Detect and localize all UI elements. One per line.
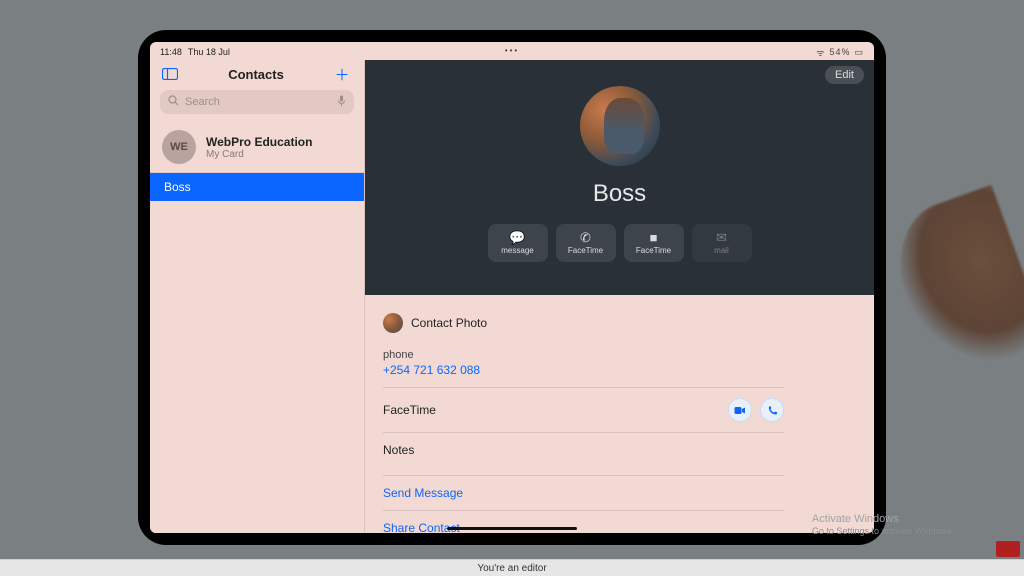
my-card-name: WebPro Education bbox=[206, 135, 312, 149]
facetime-audio-round-button[interactable] bbox=[760, 398, 784, 422]
battery-pct: 54% bbox=[829, 47, 850, 57]
my-card-avatar: WE bbox=[162, 130, 196, 164]
watermark-subtitle: Go to Settings to activate Windows. bbox=[812, 526, 954, 538]
contact-photo-label: Contact Photo bbox=[411, 316, 487, 330]
contact-photo-thumb bbox=[383, 313, 403, 333]
my-card-row[interactable]: WE WebPro Education My Card bbox=[150, 122, 364, 173]
phone-value[interactable]: +254 721 632 088 bbox=[383, 363, 784, 377]
status-date: Thu 18 Jul bbox=[188, 47, 230, 57]
footer-bar: You're an editor bbox=[0, 559, 1024, 576]
share-contact-link[interactable]: Share Contact bbox=[383, 511, 784, 533]
facetime-row: FaceTime bbox=[383, 388, 784, 433]
battery-icon: ▭ bbox=[854, 47, 864, 58]
send-message-link[interactable]: Send Message bbox=[383, 476, 784, 511]
ipad-screen: 11:48 Thu 18 Jul ᯤ 54% ▭ ••• Contacts ＋ bbox=[150, 42, 874, 533]
finger-overlay bbox=[879, 185, 1024, 386]
edit-button[interactable]: Edit bbox=[825, 66, 864, 84]
facetime-row-label: FaceTime bbox=[383, 403, 436, 417]
mail-label: mail bbox=[714, 246, 729, 255]
search-icon bbox=[168, 95, 179, 109]
facetime-audio-label: FaceTime bbox=[568, 246, 603, 255]
facetime-audio-button[interactable]: ✆ FaceTime bbox=[556, 224, 616, 262]
footer-text: You're an editor bbox=[477, 563, 546, 574]
facetime-video-label: FaceTime bbox=[636, 246, 671, 255]
search-input[interactable] bbox=[185, 96, 331, 108]
phone-icon: ✆ bbox=[580, 231, 591, 244]
contact-name: Boss bbox=[593, 180, 646, 208]
corner-badge bbox=[996, 541, 1020, 557]
contact-detail-panel: Edit Boss 💬 message ✆ FaceTime ■ bbox=[365, 60, 874, 533]
contact-photo-row[interactable]: Contact Photo bbox=[383, 307, 784, 343]
facetime-video-round-button[interactable] bbox=[728, 398, 752, 422]
mail-button: ✉ mail bbox=[692, 224, 752, 262]
multitask-dots[interactable]: ••• bbox=[505, 46, 519, 55]
message-label: message bbox=[501, 246, 533, 255]
message-button[interactable]: 💬 message bbox=[488, 224, 548, 262]
contact-header: Edit Boss 💬 message ✆ FaceTime ■ bbox=[365, 60, 874, 295]
ipad-frame: 11:48 Thu 18 Jul ᯤ 54% ▭ ••• Contacts ＋ bbox=[138, 30, 886, 545]
windows-activation-watermark: Activate Windows Go to Settings to activ… bbox=[812, 512, 954, 538]
facetime-video-button[interactable]: ■ FaceTime bbox=[624, 224, 684, 262]
contact-detail-body: Contact Photo phone +254 721 632 088 Fac… bbox=[365, 295, 874, 533]
message-icon: 💬 bbox=[509, 231, 525, 244]
phone-field[interactable]: phone +254 721 632 088 bbox=[383, 343, 784, 388]
contact-avatar[interactable] bbox=[580, 86, 660, 166]
home-indicator[interactable] bbox=[447, 527, 577, 530]
search-field[interactable] bbox=[160, 90, 354, 114]
add-contact-button[interactable]: ＋ bbox=[332, 64, 352, 84]
watermark-title: Activate Windows bbox=[812, 512, 954, 526]
sidebar-title: Contacts bbox=[180, 67, 332, 82]
wifi-icon: ᯤ bbox=[816, 46, 825, 59]
action-row: 💬 message ✆ FaceTime ■ FaceTime ✉ bbox=[488, 224, 752, 262]
contact-row-boss[interactable]: Boss bbox=[150, 173, 364, 201]
mic-icon[interactable] bbox=[337, 95, 346, 110]
my-card-subtitle: My Card bbox=[206, 149, 312, 160]
sidebar-toggle-icon[interactable] bbox=[160, 64, 180, 84]
contacts-sidebar: Contacts ＋ WE WebPro Education bbox=[150, 60, 365, 533]
phone-label: phone bbox=[383, 349, 784, 361]
notes-row[interactable]: Notes bbox=[383, 433, 784, 476]
status-time: 11:48 bbox=[160, 47, 182, 57]
video-icon: ■ bbox=[650, 231, 658, 244]
mail-icon: ✉ bbox=[716, 231, 727, 244]
